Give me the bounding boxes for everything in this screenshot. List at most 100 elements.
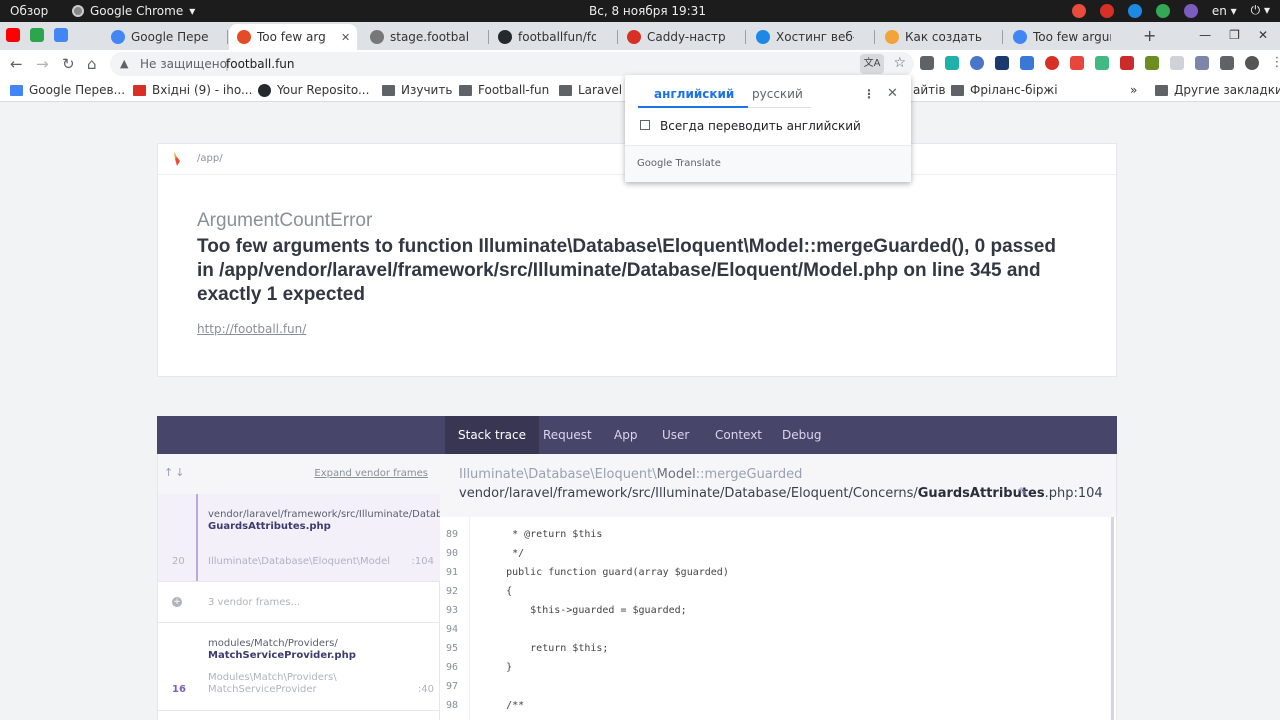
maximize-icon[interactable]: ❐ [1229,28,1240,42]
bookmarks-overflow-button[interactable]: » [1130,83,1137,97]
bookmark-label: Laravel [578,83,623,97]
tray-app-icon[interactable] [1127,3,1142,18]
tray-app-icon[interactable] [1099,3,1114,18]
bookmark-folder[interactable]: айтів [913,83,946,97]
tab-request[interactable]: Request [530,416,605,454]
extension-icon[interactable] [1195,56,1209,70]
expand-vendor-frames-link[interactable]: Expand vendor frames [314,468,428,479]
browser-tab[interactable]: Caddy-настро [619,24,725,50]
close-tab-icon[interactable]: ✕ [341,31,350,44]
line-number: 89 [446,529,459,540]
back-button[interactable]: ← [10,55,23,73]
bookmark-star-icon[interactable]: ☆ [893,55,906,71]
extension-icon[interactable] [1170,56,1184,70]
screenshot-extension-icon[interactable] [920,56,934,70]
security-status[interactable]: Не защищено [140,57,227,71]
extension-icon[interactable] [1120,56,1134,70]
folder-icon [382,84,395,96]
browser-tab[interactable]: Google Перев [103,24,209,50]
source-language-tab[interactable]: английский [654,87,734,101]
clock[interactable]: Вс, 8 ноября 19:31 [589,4,706,18]
tab-favicon-icon [237,30,251,44]
stack-frame-selected[interactable]: vendor/laravel/framework/src/Illuminate/… [158,494,561,582]
app-name: Google Chrome [90,4,184,18]
always-translate-checkbox[interactable] [640,120,650,130]
home-button[interactable]: ⌂ [87,55,97,73]
tab-title: footballfun/fo [518,30,596,44]
frame-navigation-arrows-icon[interactable]: ↑↓ [164,466,186,479]
breadcrumb-path[interactable]: /app/ [197,153,223,164]
bookmark-item[interactable]: Your Reposito... [258,83,369,97]
menu-icon[interactable]: ⋮ [1270,56,1280,70]
extension-icon[interactable] [970,56,984,70]
tab-user[interactable]: User [649,416,702,454]
vendor-frames-label: 3 vendor frames... [208,597,301,608]
profile-avatar[interactable] [1245,56,1259,70]
close-window-icon[interactable]: ✕ [1258,28,1268,42]
bookmark-folder[interactable]: Laravel [559,83,622,97]
tray-app-icon[interactable] [1155,3,1170,18]
tab-stack-trace[interactable]: Stack trace [445,416,540,454]
browser-tab[interactable]: footballfun/fo [490,24,596,50]
frame-filename: GuardsAttributes.php [208,521,331,532]
extension-icon[interactable] [1020,56,1034,70]
app-menu[interactable]: Google Chrome ▾ [72,4,195,18]
address-bar[interactable]: ▲ Не защищено | football.fun 文A ☆ [110,52,914,76]
forward-button[interactable]: → [36,55,49,73]
tray-app-icon[interactable] [1071,3,1086,18]
drive-icon[interactable] [54,28,68,42]
bookmark-folder[interactable]: Изучить [382,83,452,97]
always-translate-label[interactable]: Всегда переводить английский [660,119,861,133]
translate-icon[interactable]: 文A [860,54,884,74]
folder-icon [1155,84,1168,96]
bookmark-item[interactable]: Вхідні (9) - iho... [133,83,252,97]
tab-app[interactable]: App [601,416,650,454]
bookmark-folder[interactable]: Другие закладки [1155,83,1280,97]
extension-icon[interactable] [945,56,959,70]
url-value[interactable]: football.fun [226,57,295,71]
bookmark-item[interactable]: Google Перев... [10,83,125,97]
reload-button[interactable]: ↻ [62,55,75,73]
tab-context[interactable]: Context [702,416,775,454]
bookmark-folder[interactable]: Football-fun [459,83,549,97]
vendor-frames-group[interactable]: + 3 vendor frames... [158,582,440,623]
extension-icon[interactable] [1070,56,1084,70]
warning-icon[interactable]: ▲ [120,57,128,70]
stack-frame[interactable]: modules/Match/Providers/ MatchServicePro… [158,623,440,711]
browser-toolbar: ← → ↻ ⌂ ▲ Не защищено | football.fun 文A … [0,50,1280,78]
power-menu[interactable]: ⏻ ▾ [1251,3,1270,18]
extension-icon[interactable] [995,56,1009,70]
checkmark-icon[interactable] [30,28,44,42]
tab-separator [488,30,489,44]
extension-icon[interactable] [1045,56,1059,70]
browser-tab[interactable]: Too few argun [1005,24,1111,50]
target-language-tab[interactable]: русский [752,87,803,101]
edit-pencil-icon[interactable]: ✎ [1018,485,1028,499]
frame-number: 16 [172,684,186,695]
extension-icon[interactable] [1145,56,1159,70]
tab-debug[interactable]: Debug [769,416,834,454]
bookmark-folder[interactable]: Фріланс-біржі [951,83,1058,97]
browser-tab[interactable]: Хостинг веб-с [748,24,854,50]
more-options-icon[interactable]: ⋮ [863,87,875,101]
frame-class-name: MatchServiceProvider [208,684,317,695]
extensions-puzzle-icon[interactable] [1220,56,1234,70]
tray-app-icon[interactable] [1183,3,1198,18]
exception-message: Too few arguments to function Illuminate… [197,236,1056,305]
language-switcher[interactable]: en ▾ [1212,4,1237,18]
exception-class: ArgumentCountError [197,210,373,231]
close-icon[interactable]: ✕ [887,86,898,101]
frame-line: :104 [411,556,434,567]
activities-button[interactable]: Обзор [10,4,48,18]
browser-tab[interactable]: Как создать ф [877,24,983,50]
new-tab-button[interactable]: + [1143,26,1156,45]
minimize-icon[interactable]: — [1199,28,1211,42]
expand-plus-icon[interactable]: + [172,597,182,607]
code-snippet: 89 * @return $this 90 */ 91 public funct… [440,517,1114,720]
browser-tab-active[interactable]: Too few arg ✕ [229,24,357,50]
browser-tab[interactable]: stage.footbal [362,24,468,50]
youtube-icon[interactable] [6,28,20,42]
request-url-link[interactable]: http://football.fun/ [197,322,306,336]
vue-extension-icon[interactable] [1095,56,1109,70]
system-tray: en ▾ ⏻ ▾ [1071,3,1270,18]
